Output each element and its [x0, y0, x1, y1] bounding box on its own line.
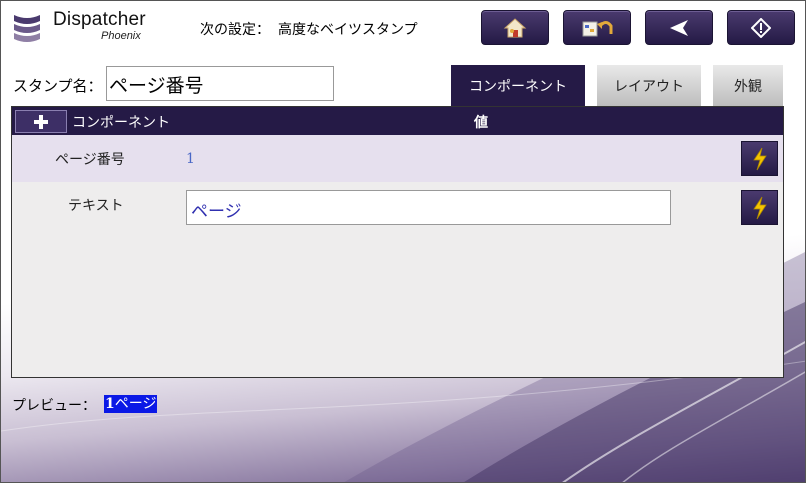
insert-field-button[interactable] — [741, 190, 778, 225]
add-component-button[interactable] — [15, 110, 67, 133]
next-setting-value: 高度なベイツスタンプ — [278, 22, 418, 38]
app-window: Dispatcher Phoenix 次の設定： 高度なベイツスタンプ スタンプ… — [0, 0, 806, 483]
tab-appearance[interactable]: 外観 — [713, 65, 783, 106]
workflow-edit-button[interactable] — [563, 10, 631, 45]
home-button[interactable] — [481, 10, 549, 45]
column-header-component: コンポーネント — [72, 115, 170, 131]
start-button[interactable] — [727, 10, 795, 45]
component-name: ページ番号 — [55, 152, 125, 168]
back-button[interactable] — [645, 10, 713, 45]
preview-number: 1 — [105, 396, 115, 412]
diamond-start-icon — [751, 17, 771, 38]
stamp-name-input[interactable]: ページ番号 — [106, 66, 334, 101]
text-value-input[interactable]: ページ — [186, 190, 671, 225]
tab-layout[interactable]: レイアウト — [597, 65, 701, 106]
dispatcher-logo-icon — [14, 15, 40, 42]
column-header-value: 値 — [474, 115, 488, 131]
insert-field-button[interactable] — [741, 141, 778, 176]
preview-value: 1ページ — [104, 395, 158, 413]
home-icon — [503, 17, 527, 37]
logo-title: Dispatcher — [53, 9, 146, 30]
lightning-icon — [752, 147, 767, 170]
tab-component[interactable]: コンポーネント — [451, 65, 585, 106]
table-header: コンポーネント 値 — [12, 107, 783, 135]
stamp-name-label: スタンプ名： — [13, 77, 103, 95]
preview-text: ページ — [114, 396, 157, 412]
next-setting: 次の設定： 高度なベイツスタンプ — [200, 19, 424, 39]
component-panel: コンポーネント 値 ページ番号 1 テキスト ページ — [11, 106, 784, 378]
logo-subtitle: Phoenix — [101, 30, 141, 42]
component-value: 1 — [186, 151, 195, 167]
component-name: テキスト — [68, 198, 124, 214]
table-row[interactable]: ページ番号 1 — [12, 135, 783, 182]
back-arrow-icon — [670, 19, 688, 36]
preview-label: プレビュー： — [12, 398, 96, 414]
header-bar: Dispatcher Phoenix 次の設定： 高度なベイツスタンプ — [1, 1, 805, 57]
lightning-icon — [752, 196, 767, 219]
table-row[interactable]: テキスト ページ — [12, 182, 783, 229]
next-setting-label: 次の設定： — [200, 22, 270, 38]
workflow-undo-icon — [582, 20, 613, 36]
plus-icon — [34, 114, 48, 129]
